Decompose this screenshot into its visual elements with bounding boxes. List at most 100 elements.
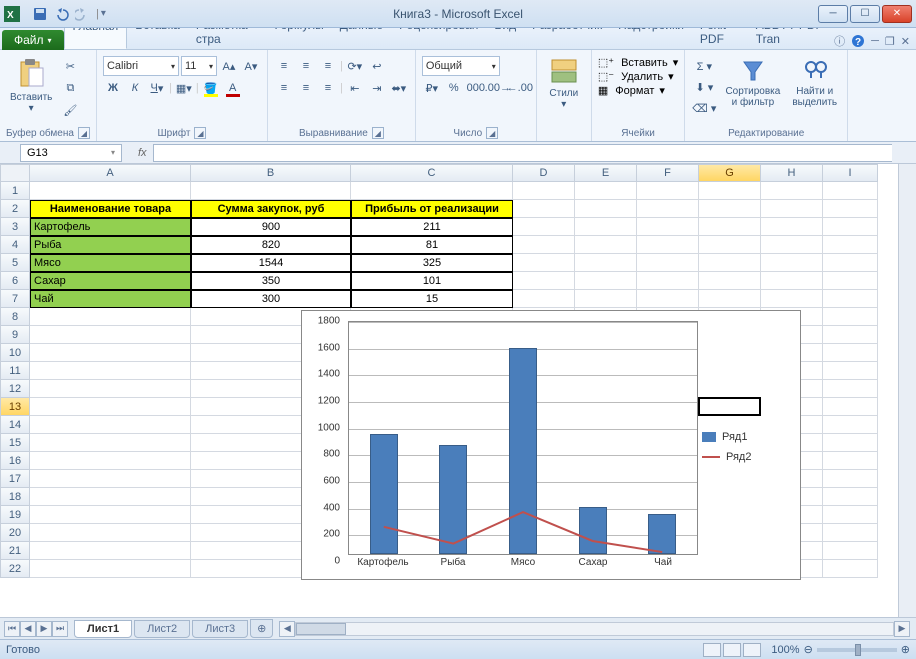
cell-G3[interactable] xyxy=(699,218,761,236)
row-header-15[interactable]: 15 xyxy=(0,434,30,452)
cell-H3[interactable] xyxy=(761,218,823,236)
cell-D4[interactable] xyxy=(513,236,575,254)
sheet-tab-0[interactable]: Лист1 xyxy=(74,620,132,638)
cell-H5[interactable] xyxy=(761,254,823,272)
cell-A14[interactable] xyxy=(30,416,191,434)
embedded-chart[interactable]: 020040060080010001200140016001800Картофе… xyxy=(301,310,801,580)
cell-E5[interactable] xyxy=(575,254,637,272)
col-header-H[interactable]: H xyxy=(761,164,823,182)
cell-I4[interactable] xyxy=(823,236,878,254)
decrease-font[interactable]: A▾ xyxy=(241,56,261,76)
col-header-E[interactable]: E xyxy=(575,164,637,182)
merge-center[interactable]: ⬌▾ xyxy=(389,78,409,98)
comma-button[interactable]: 000 xyxy=(466,78,486,98)
font-name[interactable]: Calibri▾ xyxy=(103,56,179,76)
cell-I15[interactable] xyxy=(823,434,878,452)
file-tab[interactable]: Файл▾ xyxy=(2,30,64,50)
cell-H7[interactable] xyxy=(761,290,823,308)
cell-I14[interactable] xyxy=(823,416,878,434)
cell-E2[interactable] xyxy=(575,200,637,218)
cell-F7[interactable] xyxy=(637,290,699,308)
cell-F1[interactable] xyxy=(637,182,699,200)
cell-I8[interactable] xyxy=(823,308,878,326)
cell-F4[interactable] xyxy=(637,236,699,254)
cell-A21[interactable] xyxy=(30,542,191,560)
cell-A5[interactable]: Мясо xyxy=(30,254,191,272)
col-header-G[interactable]: G xyxy=(699,164,761,182)
cell-G2[interactable] xyxy=(699,200,761,218)
font-size[interactable]: 11▾ xyxy=(181,56,217,76)
cell-B5[interactable]: 1544 xyxy=(191,254,351,272)
row-header-6[interactable]: 6 xyxy=(0,272,30,290)
cell-C2[interactable]: Прибыль от реализации xyxy=(351,200,513,218)
number-format[interactable]: Общий▾ xyxy=(422,56,500,76)
cell-I12[interactable] xyxy=(823,380,878,398)
decrease-indent[interactable]: ⇤ xyxy=(345,78,365,98)
cell-E7[interactable] xyxy=(575,290,637,308)
paste-button[interactable]: Вставить▾ xyxy=(6,56,56,116)
cell-I2[interactable] xyxy=(823,200,878,218)
row-header-11[interactable]: 11 xyxy=(0,362,30,380)
cell-D3[interactable] xyxy=(513,218,575,236)
cell-A16[interactable] xyxy=(30,452,191,470)
cell-B7[interactable]: 300 xyxy=(191,290,351,308)
window-maximize[interactable]: ☐ xyxy=(850,5,880,23)
row-header-8[interactable]: 8 xyxy=(0,308,30,326)
sheet-nav-prev[interactable]: ◀ xyxy=(20,621,36,637)
row-header-10[interactable]: 10 xyxy=(0,344,30,362)
doc-minimize[interactable]: ─ xyxy=(871,35,879,47)
col-header-F[interactable]: F xyxy=(637,164,699,182)
cell-C5[interactable]: 325 xyxy=(351,254,513,272)
cell-B6[interactable]: 350 xyxy=(191,272,351,290)
qat-undo[interactable] xyxy=(52,4,72,24)
format-painter-button[interactable]: 🖌 xyxy=(60,100,80,120)
align-right[interactable]: ≡ xyxy=(318,78,338,98)
cell-C1[interactable] xyxy=(351,182,513,200)
row-header-17[interactable]: 17 xyxy=(0,470,30,488)
cell-F5[interactable] xyxy=(637,254,699,272)
cell-A3[interactable]: Картофель xyxy=(30,218,191,236)
cell-A15[interactable] xyxy=(30,434,191,452)
currency-button[interactable]: ₽▾ xyxy=(422,78,442,98)
qat-save[interactable] xyxy=(30,4,50,24)
cell-D1[interactable] xyxy=(513,182,575,200)
bold-button[interactable]: Ж xyxy=(103,78,123,98)
cell-A11[interactable] xyxy=(30,362,191,380)
new-sheet-tab[interactable]: ⊕ xyxy=(250,619,273,638)
view-normal[interactable] xyxy=(703,643,721,657)
styles-button[interactable]: Стили▾ xyxy=(543,56,585,112)
row-header-14[interactable]: 14 xyxy=(0,416,30,434)
row-header-12[interactable]: 12 xyxy=(0,380,30,398)
row-header-7[interactable]: 7 xyxy=(0,290,30,308)
find-select-button[interactable]: Найти и выделить xyxy=(788,56,841,110)
decrease-decimal[interactable]: ←.00 xyxy=(510,78,530,98)
cell-I13[interactable] xyxy=(823,398,878,416)
sheet-nav-next[interactable]: ▶ xyxy=(36,621,52,637)
autosum[interactable]: Σ ▾ xyxy=(691,56,717,76)
cell-B3[interactable]: 900 xyxy=(191,218,351,236)
cell-A9[interactable] xyxy=(30,326,191,344)
spreadsheet-grid[interactable]: ABCDEFGHI 12Наименование товараСумма зак… xyxy=(0,164,898,617)
qat-redo[interactable] xyxy=(74,4,94,24)
cell-I21[interactable] xyxy=(823,542,878,560)
cell-A18[interactable] xyxy=(30,488,191,506)
cell-A10[interactable] xyxy=(30,344,191,362)
cell-F3[interactable] xyxy=(637,218,699,236)
cell-H2[interactable] xyxy=(761,200,823,218)
wrap-text[interactable]: ↩ xyxy=(367,56,387,76)
cell-G4[interactable] xyxy=(699,236,761,254)
row-header-5[interactable]: 5 xyxy=(0,254,30,272)
doc-close[interactable]: ✕ xyxy=(901,35,910,48)
cell-A1[interactable] xyxy=(30,182,191,200)
increase-font[interactable]: A▴ xyxy=(219,56,239,76)
align-center[interactable]: ≡ xyxy=(296,78,316,98)
cell-A7[interactable]: Чай xyxy=(30,290,191,308)
font-launcher[interactable]: ◢ xyxy=(194,127,206,139)
cell-H1[interactable] xyxy=(761,182,823,200)
fill-color-button[interactable]: 🪣 xyxy=(201,78,221,98)
align-launcher[interactable]: ◢ xyxy=(372,127,384,139)
row-header-1[interactable]: 1 xyxy=(0,182,30,200)
window-close[interactable]: ✕ xyxy=(882,5,912,23)
cell-A6[interactable]: Сахар xyxy=(30,272,191,290)
row-header-2[interactable]: 2 xyxy=(0,200,30,218)
